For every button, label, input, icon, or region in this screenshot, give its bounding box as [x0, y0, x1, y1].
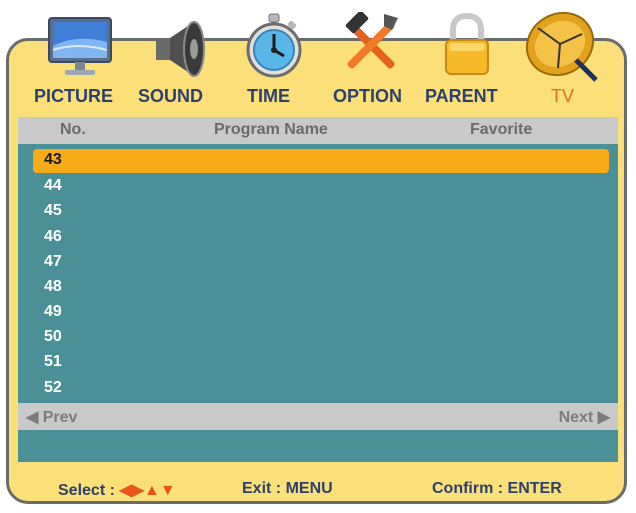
tab-option[interactable]: OPTION — [333, 86, 402, 107]
program-row[interactable]: 43 — [33, 149, 609, 173]
column-header-program-name: Program Name — [214, 121, 328, 138]
tab-tv[interactable]: TV — [551, 86, 574, 107]
next-page-button[interactable]: Next ▶ — [559, 407, 610, 427]
program-row[interactable]: 46 — [33, 226, 609, 250]
speaker-icon[interactable] — [152, 18, 208, 80]
tab-bar: PICTURE SOUND TIME OPTION PARENT TV — [0, 86, 636, 112]
monitor-icon[interactable] — [47, 16, 115, 78]
stopwatch-icon[interactable] — [244, 12, 304, 78]
program-number: 51 — [44, 353, 62, 370]
arrow-keys-icon: ◀▶▲▼ — [119, 482, 176, 499]
tools-icon[interactable] — [340, 12, 402, 76]
exit-hint: Exit : MENU — [242, 480, 333, 497]
satellite-dish-icon[interactable] — [524, 4, 602, 84]
table-header: No. Program Name Favorite — [18, 117, 618, 144]
program-number: 52 — [44, 379, 62, 396]
tab-time[interactable]: TIME — [247, 86, 290, 107]
select-hint: Select : ◀▶▲▼ — [58, 480, 176, 500]
program-number: 47 — [44, 253, 62, 270]
program-number: 50 — [44, 328, 62, 345]
tab-picture[interactable]: PICTURE — [34, 86, 113, 107]
program-row[interactable]: 51 — [33, 351, 609, 375]
program-number: 46 — [44, 228, 62, 245]
program-row[interactable]: 47 — [33, 251, 609, 275]
program-number: 43 — [44, 151, 62, 168]
tab-sound[interactable]: SOUND — [138, 86, 203, 107]
column-header-favorite: Favorite — [470, 121, 533, 138]
program-number: 45 — [44, 202, 62, 219]
tab-parent[interactable]: PARENT — [425, 86, 498, 107]
confirm-hint: Confirm : ENTER — [432, 480, 562, 497]
program-row[interactable]: 48 — [33, 276, 609, 300]
program-row[interactable]: 49 — [33, 301, 609, 325]
program-row[interactable]: 50 — [33, 326, 609, 350]
program-number: 49 — [44, 303, 62, 320]
program-row[interactable]: 52 — [33, 377, 609, 401]
program-row[interactable]: 45 — [33, 200, 609, 224]
program-row[interactable]: 44 — [33, 175, 609, 199]
page-nav-bar: ◀ Prev Next ▶ — [18, 403, 618, 430]
program-number: 48 — [44, 278, 62, 295]
select-hint-label: Select : — [58, 482, 115, 499]
program-number: 44 — [44, 177, 62, 194]
padlock-icon[interactable] — [443, 12, 491, 76]
prev-page-button[interactable]: ◀ Prev — [26, 407, 77, 427]
column-header-number: No. — [60, 121, 86, 138]
